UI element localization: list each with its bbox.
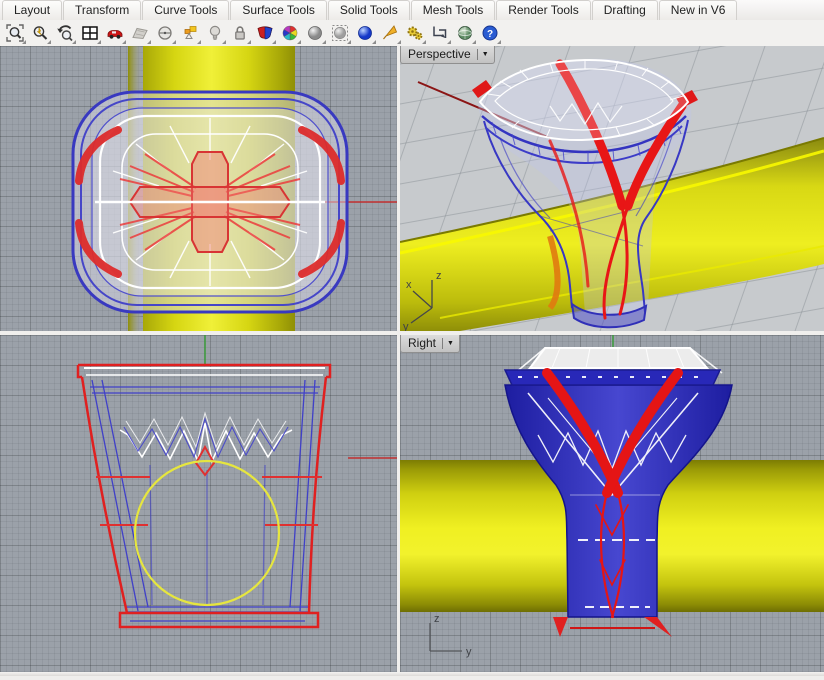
tab-layout[interactable]: Layout xyxy=(2,0,62,20)
viewport-top[interactable] xyxy=(0,46,397,331)
tab-drafting[interactable]: Drafting xyxy=(592,0,658,20)
lock-objects-icon[interactable] xyxy=(228,21,252,45)
tab-render-tools[interactable]: Render Tools xyxy=(496,0,591,20)
help-icon[interactable]: ? xyxy=(478,21,502,45)
ghosted-viewport-icon[interactable] xyxy=(328,21,352,45)
window-bottom-edge xyxy=(0,672,824,676)
tab-surface-tools[interactable]: Surface Tools xyxy=(230,0,327,20)
viewport-right[interactable]: z y Right ▼ xyxy=(400,335,824,676)
options-gears-icon[interactable] xyxy=(403,21,427,45)
viewport-perspective[interactable]: z x y Perspective ▼ xyxy=(400,46,824,331)
chevron-down-icon: ▼ xyxy=(447,340,455,347)
toolbar-tab-bar: Layout Transform Curve Tools Surface Too… xyxy=(0,0,824,20)
svg-text:?: ? xyxy=(487,29,493,40)
tab-mesh-tools[interactable]: Mesh Tools xyxy=(411,0,495,20)
earth-anchor-icon[interactable] xyxy=(453,21,477,45)
tab-transform[interactable]: Transform xyxy=(63,0,141,20)
undo-view-icon[interactable] xyxy=(53,21,77,45)
viewport-title-label: Perspective xyxy=(408,47,471,61)
viewport-title-label: Right xyxy=(408,336,436,350)
display-mode-icon[interactable] xyxy=(253,21,277,45)
shaded-viewport-icon[interactable] xyxy=(303,21,327,45)
viewport-title-right[interactable]: Right ▼ xyxy=(400,335,460,353)
tab-new-in-v6[interactable]: New in V6 xyxy=(659,0,738,20)
rendered-viewport-icon[interactable] xyxy=(353,21,377,45)
right-view-model: z y xyxy=(400,335,824,676)
zoom-extents-icon[interactable] xyxy=(3,21,27,45)
zoom-selected-icon[interactable] xyxy=(28,21,52,45)
viewport-area: z x y Perspective ▼ xyxy=(0,46,824,676)
axis-label-x: x xyxy=(406,279,412,291)
viewport-title-divider xyxy=(442,338,443,349)
cplane-origin-icon[interactable] xyxy=(153,21,177,45)
top-view-model xyxy=(0,46,397,331)
axis-label-y: y xyxy=(403,321,409,331)
set-cplane-map-icon[interactable] xyxy=(128,21,152,45)
four-viewports-icon[interactable] xyxy=(78,21,102,45)
color-wheel-icon[interactable] xyxy=(278,21,302,45)
dimension-icon[interactable] xyxy=(428,21,452,45)
tab-solid-tools[interactable]: Solid Tools xyxy=(328,0,410,20)
perspective-model: z x y xyxy=(400,46,824,331)
lights-icon[interactable] xyxy=(203,21,227,45)
viewport-title-divider xyxy=(477,49,478,60)
named-views-icon[interactable] xyxy=(178,21,202,45)
viewport-front[interactable] xyxy=(0,335,397,676)
main-toolbar: ? xyxy=(0,20,824,46)
viewport-title-perspective[interactable]: Perspective ▼ xyxy=(400,46,495,64)
axis-label-z: z xyxy=(434,613,440,625)
spotlight-icon[interactable] xyxy=(378,21,402,45)
tab-curve-tools[interactable]: Curve Tools xyxy=(142,0,229,20)
axis-label-z: z xyxy=(436,270,442,282)
chevron-down-icon: ▼ xyxy=(482,51,490,58)
front-view-model xyxy=(0,335,397,676)
axis-label-y: y xyxy=(466,646,472,658)
walkabout-car-icon[interactable] xyxy=(103,21,127,45)
